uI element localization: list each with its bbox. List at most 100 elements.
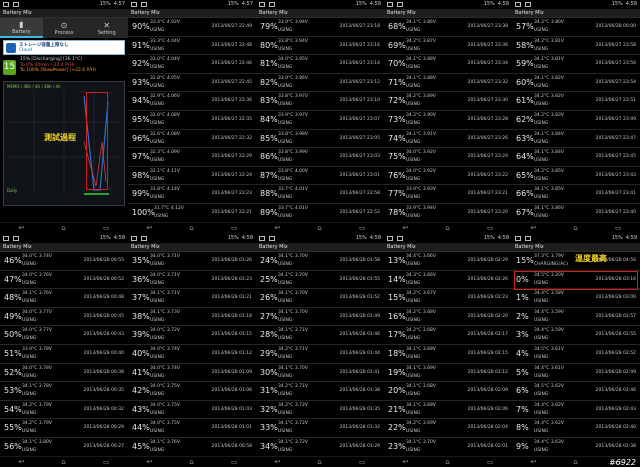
history-row[interactable]: 65% 34.2°C 3.85V USING 2013/06/27 23:43 bbox=[512, 167, 640, 186]
history-row[interactable]: 33% 34.1°C 3.72V USING 2013/06/28 01:32 bbox=[256, 419, 384, 438]
home-icon[interactable]: ⌂ bbox=[61, 223, 65, 234]
history-row[interactable]: 6% 34.5°C 3.62V USING 2013/06/28 02:46 bbox=[512, 382, 640, 401]
history-row[interactable]: 28% 34.1°C 3.71V USING 2013/06/28 01:46 bbox=[256, 326, 384, 345]
history-row[interactable]: 84% 33.9°C 3.97V USING 2013/06/27 23:07 bbox=[256, 111, 384, 130]
history-row[interactable]: 87% 33.8°C 4.00V USING 2013/06/27 23:01 bbox=[256, 167, 384, 186]
history-row[interactable]: 22% 34.2°C 3.69V USING 2013/06/28 02:04 bbox=[384, 419, 512, 438]
history-row[interactable]: 8% 34.4°C 3.62V USING 2013/06/28 02:40 bbox=[512, 419, 640, 438]
history-row[interactable]: 63% 34.1°C 3.84V USING 2013/06/27 23:47 bbox=[512, 130, 640, 149]
history-row[interactable]: 1% 34.4°C 3.58V USING 2013/06/28 03:00 bbox=[512, 289, 640, 308]
history-row[interactable]: 9% 34.4°C 3.63V USING 2013/06/28 02:38 bbox=[512, 438, 640, 457]
history-row[interactable]: 44% 34.0°C 3.75V USING 2013/06/28 01:01 bbox=[128, 419, 256, 438]
history-row[interactable]: 94% 32.9°C 4.06V USING 2013/06/27 22:36 bbox=[128, 92, 256, 111]
history-row[interactable]: 89% 33.7°C 4.01V USING 2013/06/27 22:52 bbox=[256, 204, 384, 223]
history-row[interactable]: 53% 34.1°C 3.78V USING 2013/06/28 00:35 bbox=[0, 382, 128, 401]
home-icon[interactable]: ⌂ bbox=[317, 223, 321, 234]
history-row[interactable]: 13% 34.4°C 3.66V USING 2013/06/28 02:29 bbox=[384, 252, 512, 271]
history-row[interactable]: 61% 34.2°C 3.82V USING 2013/06/27 23:51 bbox=[512, 92, 640, 111]
tab-battery[interactable]: ▮ Battery bbox=[0, 18, 43, 38]
history-list[interactable]: 68% 34.1°C 3.86V USING 2013/06/27 23:38 69% 3… bbox=[384, 18, 512, 223]
history-row[interactable]: 95% 32.6°C 4.08V USING 2013/06/27 22:35 bbox=[128, 111, 256, 130]
history-row[interactable]: 32% 34.2°C 3.72V USING 2013/06/28 01:35 bbox=[256, 401, 384, 420]
recents-icon[interactable]: ▭ bbox=[359, 223, 366, 234]
history-row[interactable]: 77% 33.9°C 3.93V USING 2013/06/27 23:21 bbox=[384, 185, 512, 204]
home-icon[interactable]: ⌂ bbox=[573, 223, 577, 234]
history-row[interactable]: 48% 34.1°C 3.76V USING 2013/06/28 00:48 bbox=[0, 289, 128, 308]
history-row[interactable]: 85% 33.8°C 3.98V USING 2013/06/27 23:05 bbox=[256, 130, 384, 149]
history-row[interactable]: 29% 34.2°C 3.71V USING 2013/06/28 01:44 bbox=[256, 345, 384, 364]
tab-process[interactable]: ⊙ Process bbox=[43, 18, 86, 38]
history-row[interactable]: 99% 31.8°C 4.14V USING 2013/06/27 22:23 bbox=[128, 185, 256, 204]
history-list[interactable]: 35% 34.0°C 3.71V USING 2013/06/28 01:26 36% 3… bbox=[128, 252, 256, 457]
history-row[interactable]: 62% 34.2°C 3.83V USING 2013/06/27 23:49 bbox=[512, 111, 640, 130]
home-icon[interactable]: ⌂ bbox=[573, 457, 577, 467]
history-row[interactable]: 4% 34.5°C 3.61V USING 2013/06/28 02:52 bbox=[512, 345, 640, 364]
history-row[interactable]: 40% 34.0°C 3.74V USING 2013/06/28 01:12 bbox=[128, 345, 256, 364]
history-row[interactable]: 15% 34.2°C 3.67V USING 2013/06/28 02:23 bbox=[384, 289, 512, 308]
history-row[interactable]: 58% 34.2°C 3.81V USING 2013/06/27 23:58 bbox=[512, 37, 640, 56]
history-row[interactable]: 72% 34.2°C 3.89V USING 2013/06/27 23:30 bbox=[384, 92, 512, 111]
history-list[interactable]: 79% 33.9°C 3.94V USING 2013/06/27 23:18 80% 3… bbox=[256, 18, 384, 223]
history-row[interactable]: 55% 34.2°C 3.79V USING 2013/06/28 00:29 bbox=[0, 419, 128, 438]
history-list[interactable]: 57% 34.2°C 3.80V USING 2013/06/28 00:00 58% 3… bbox=[512, 18, 640, 223]
ad-banner[interactable]: ストレージ容量上限なし Cloud bbox=[3, 40, 125, 55]
history-row[interactable]: 69% 34.2°C 3.87V USING 2013/06/27 23:36 bbox=[384, 37, 512, 56]
home-icon[interactable]: ⌂ bbox=[317, 457, 321, 467]
recents-icon[interactable]: ▭ bbox=[487, 457, 494, 467]
history-row[interactable]: 45% 34.1°C 3.76V USING 2013/06/28 00:58 bbox=[128, 438, 256, 457]
history-row[interactable]: 14% 34.3°C 3.66V USING 2013/06/28 02:26 bbox=[384, 271, 512, 290]
recents-icon[interactable]: ▭ bbox=[231, 457, 238, 467]
back-icon[interactable]: ↩ bbox=[19, 223, 25, 234]
history-row[interactable]: 41% 34.0°C 3.74V USING 2013/06/28 01:09 bbox=[128, 364, 256, 383]
history-list[interactable]: 13% 34.4°C 3.66V USING 2013/06/28 02:29 14% 3… bbox=[384, 252, 512, 457]
back-icon[interactable]: ↩ bbox=[531, 457, 537, 467]
back-icon[interactable]: ↩ bbox=[403, 223, 409, 234]
history-row[interactable]: 96% 32.6°C 4.08V USING 2013/06/27 22:32 bbox=[128, 130, 256, 149]
recents-icon[interactable]: ▭ bbox=[103, 457, 110, 467]
history-row[interactable]: 59% 34.1°C 3.81V USING 2013/06/27 23:56 bbox=[512, 55, 640, 74]
history-row[interactable]: 35% 34.0°C 3.71V USING 2013/06/28 01:26 bbox=[128, 252, 256, 271]
history-row[interactable]: 20% 34.1°C 3.68V USING 2013/06/28 02:09 bbox=[384, 382, 512, 401]
history-row[interactable]: 83% 33.8°C 3.97V USING 2013/06/27 23:10 bbox=[256, 92, 384, 111]
history-row[interactable]: 46% 34.0°C 3.74V USING 2013/06/28 00:55 bbox=[0, 252, 128, 271]
history-row[interactable]: 79% 33.9°C 3.94V USING 2013/06/27 23:18 bbox=[256, 18, 384, 37]
history-row[interactable]: 73% 34.2°C 3.90V USING 2013/06/27 23:28 bbox=[384, 111, 512, 130]
history-row[interactable]: 88% 33.7°C 4.01V USING 2013/06/27 22:58 bbox=[256, 185, 384, 204]
history-row[interactable]: 86% 33.8°C 3.99V USING 2013/06/27 23:03 bbox=[256, 148, 384, 167]
back-icon[interactable]: ↩ bbox=[275, 457, 281, 467]
history-row[interactable]: 91% 33.3°C 4.04V USING 2013/06/27 22:48 bbox=[128, 37, 256, 56]
history-row[interactable]: 93% 32.8°C 4.05V USING 2013/06/27 22:45 bbox=[128, 74, 256, 93]
history-row[interactable]: 19% 34.1°C 3.69V USING 2013/06/28 02:12 bbox=[384, 364, 512, 383]
back-icon[interactable]: ↩ bbox=[147, 223, 153, 234]
home-icon[interactable]: ⌂ bbox=[445, 223, 449, 234]
history-row[interactable]: 90% 33.4°C 4.02V USING 2013/06/27 22:49 bbox=[128, 18, 256, 37]
history-row[interactable]: 56% 34.1°C 3.80V USING 2013/06/28 00:27 bbox=[0, 438, 128, 457]
history-row[interactable]: 78% 33.9°C 3.94V USING 2013/06/27 23:20 bbox=[384, 204, 512, 223]
history-row[interactable]: 66% 34.1°C 3.85V USING 2013/06/27 23:41 bbox=[512, 185, 640, 204]
history-row[interactable]: 24% 34.1°C 3.70V USING 2013/06/28 01:58 bbox=[256, 252, 384, 271]
history-row[interactable]: 37% 34.1°C 3.71V USING 2013/06/28 01:21 bbox=[128, 289, 256, 308]
tab-setting[interactable]: ✕ Setting bbox=[85, 18, 128, 38]
history-row[interactable]: 60% 34.1°C 3.82V USING 2013/06/27 23:54 bbox=[512, 74, 640, 93]
history-row[interactable]: 50% 34.0°C 3.77V USING 2013/06/28 00:43 bbox=[0, 326, 128, 345]
history-row[interactable]: 27% 34.1°C 3.70V USING 2013/06/28 01:49 bbox=[256, 308, 384, 327]
recents-icon[interactable]: ▭ bbox=[359, 457, 366, 467]
back-icon[interactable]: ↩ bbox=[531, 223, 537, 234]
history-row[interactable]: 70% 34.1°C 3.88V USING 2013/06/27 23:34 bbox=[384, 55, 512, 74]
history-row[interactable]: 98% 32.1°C 4.11V USING 2013/06/27 22:24 bbox=[128, 167, 256, 186]
history-row[interactable]: 39% 34.0°C 3.72V USING 2013/06/28 01:15 bbox=[128, 326, 256, 345]
battery-graph[interactable]: MEMO / 48h / 4h / 48h / 4h 測試過程 Daily bbox=[3, 81, 125, 206]
history-row[interactable]: 75% 34.0°C 3.92V USING 2013/06/27 23:24 bbox=[384, 148, 512, 167]
history-row[interactable]: 25% 34.1°C 3.70V USING 2013/06/28 01:55 bbox=[256, 271, 384, 290]
history-row[interactable]: 49% 34.0°C 3.77V USING 2013/06/28 00:45 bbox=[0, 308, 128, 327]
history-row[interactable]: 80% 33.8°C 3.94V USING 2013/06/27 23:16 bbox=[256, 37, 384, 56]
history-list[interactable]: 24% 34.1°C 3.70V USING 2013/06/28 01:58 25% 3… bbox=[256, 252, 384, 457]
recents-icon[interactable]: ▭ bbox=[103, 223, 110, 234]
history-row[interactable]: 23% 34.1°C 3.70V USING 2013/06/28 02:01 bbox=[384, 438, 512, 457]
history-row[interactable]: 3% 34.4°C 3.59V USING 2013/06/28 02:55 bbox=[512, 326, 640, 345]
back-icon[interactable]: ↩ bbox=[19, 457, 25, 467]
history-row[interactable]: 43% 34.0°C 3.75V USING 2013/06/28 01:03 bbox=[128, 401, 256, 420]
home-icon[interactable]: ⌂ bbox=[189, 457, 193, 467]
history-row[interactable]: 17% 34.2°C 3.68V USING 2013/06/28 02:17 bbox=[384, 326, 512, 345]
history-row[interactable]: 76% 34.0°C 3.92V USING 2013/06/27 23:22 bbox=[384, 167, 512, 186]
